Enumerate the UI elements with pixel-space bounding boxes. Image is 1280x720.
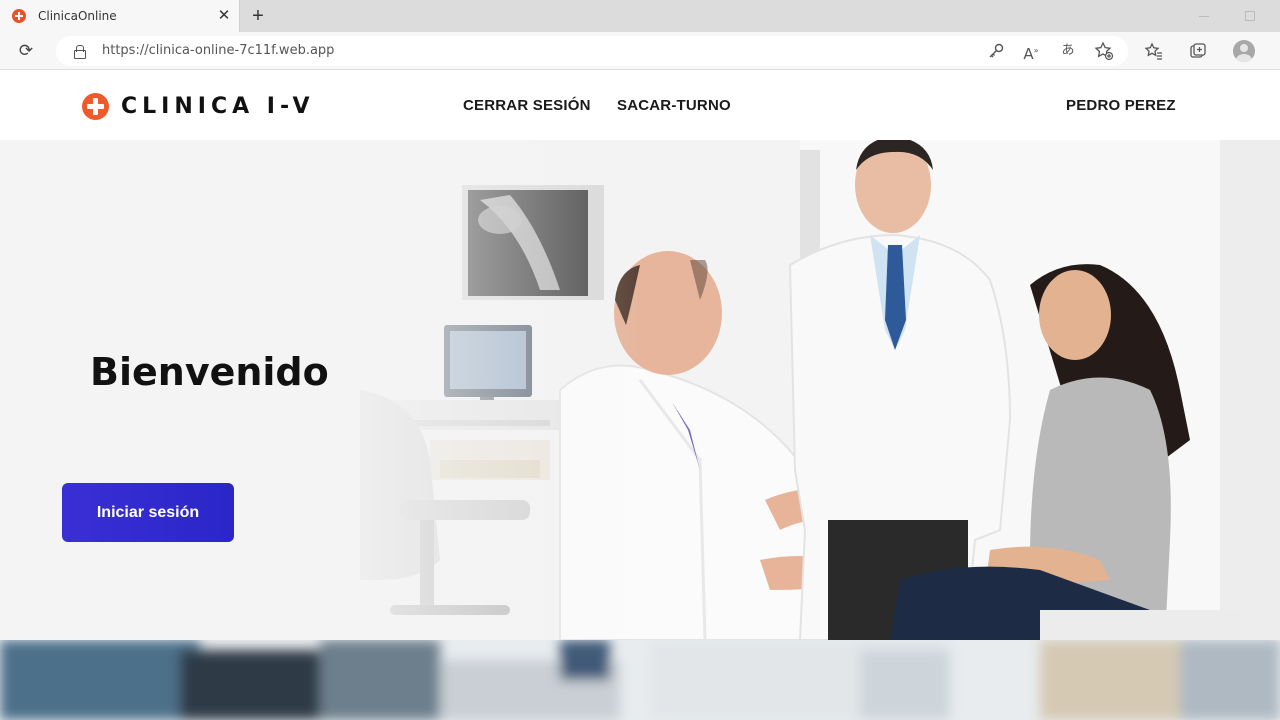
collections-icon[interactable] (1188, 41, 1208, 61)
maximize-icon[interactable] (1241, 8, 1257, 24)
site-header: CLINICA I-V CERRAR SESIÓN SACAR-TURNO PE… (0, 71, 1280, 140)
url-text[interactable]: https://clinica-online-7c11f.web.app (102, 43, 334, 58)
lock-icon[interactable] (74, 45, 86, 59)
reload-icon[interactable]: ⟳ (16, 41, 36, 61)
new-tab-icon[interactable]: + (248, 5, 268, 27)
medical-cross-icon (82, 93, 109, 120)
nav-user-name[interactable]: PEDRO PEREZ (1066, 97, 1176, 114)
hero-section: Bienvenido Iniciar sesión (0, 140, 1280, 640)
clinic-favicon-icon (12, 9, 26, 23)
logo-text: CLINICA I-V (121, 94, 315, 119)
translate-icon[interactable]: あ (1058, 41, 1078, 61)
login-button[interactable]: Iniciar sesión (62, 483, 234, 542)
waiting-room-photo-strip (0, 640, 1280, 720)
url-field[interactable]: https://clinica-online-7c11f.web.app (56, 36, 1128, 66)
nav-book-appointment-link[interactable]: SACAR-TURNO (617, 97, 731, 114)
site-logo[interactable]: CLINICA I-V (82, 93, 315, 120)
key-icon[interactable] (986, 41, 1006, 61)
browser-tab-bar: ClinicaOnline ✕ + (0, 0, 1280, 32)
browser-address-bar: ⟳ https://clinica-online-7c11f.web.app A… (0, 32, 1280, 70)
browser-tab[interactable]: ClinicaOnline ✕ (0, 0, 240, 32)
nav-logout-link[interactable]: CERRAR SESIÓN (463, 97, 591, 114)
close-tab-icon[interactable]: ✕ (216, 8, 232, 24)
favorites-icon[interactable] (1144, 41, 1164, 61)
favorite-add-icon[interactable] (1094, 41, 1114, 61)
tab-title: ClinicaOnline (38, 9, 117, 23)
minimize-icon[interactable] (1196, 8, 1212, 24)
profile-avatar-icon[interactable] (1233, 40, 1255, 62)
read-aloud-icon[interactable]: A» (1021, 41, 1041, 63)
hero-title: Bienvenido (90, 350, 329, 394)
